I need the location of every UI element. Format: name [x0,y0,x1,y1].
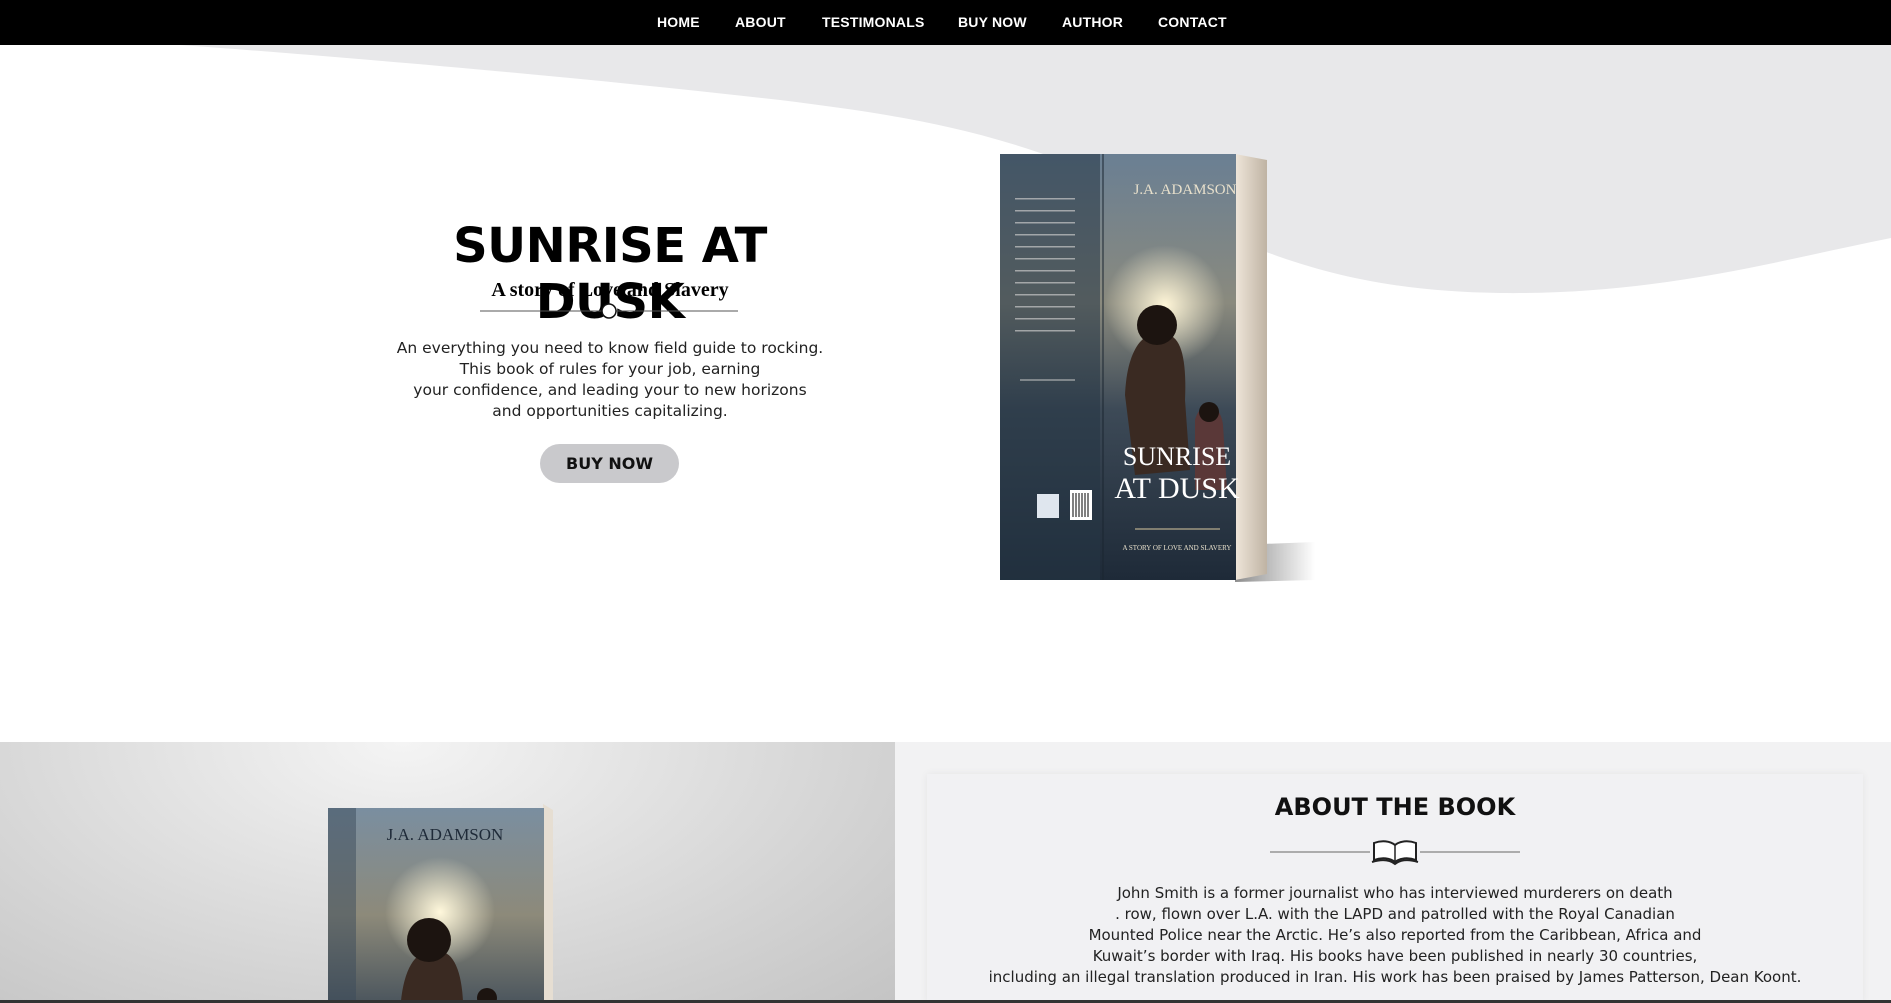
book-title-line2: AT DUSK [1114,472,1240,505]
buy-now-button[interactable]: BUY NOW [540,444,679,483]
hero-description: An everything you need to know field gui… [380,338,840,422]
nav-author[interactable]: AUTHOR [1062,14,1123,30]
hero-subtitle: A story of Love and Slavery [491,279,729,301]
nav-buy-now[interactable]: BUY NOW [958,14,1027,30]
about-text-line: including an illegal translation produce… [988,968,1802,986]
nav-home[interactable]: HOME [657,14,700,30]
book-author: J.A. ADAMSON [1134,182,1237,198]
hero-description-line: and opportunities capitalizing. [492,402,728,420]
book-title-line1: SUNRISE [1123,442,1231,471]
book-tagline: A STORY OF LOVE AND SLAVERY [1123,544,1232,552]
hero-description-line: your confidence, and leading your to new… [413,381,807,399]
about-text-line: Kuwait’s border with Iraq. His books hav… [1092,947,1698,965]
book-mockup-photo: J.A. ADAMSON [0,742,895,1003]
hero-description-line: An everything you need to know field gui… [396,339,824,357]
book-mockup-image: J.A. ADAMSON [328,804,553,1003]
nav-contact[interactable]: CONTACT [1158,14,1227,30]
hero-description-line: This book of rules for your job, earning [459,360,761,378]
book-mockup-author: J.A. ADAMSON [387,825,504,844]
book-cover-image: J.A. ADAMSON SUNRISE AT DUSK A STORY OF … [1000,154,1315,582]
about-text-line: John Smith is a former journalist who ha… [1117,884,1673,902]
top-navigation: HOME ABOUT TESTIMONALS BUY NOW AUTHOR CO… [0,0,1891,45]
about-title: ABOUT THE BOOK [1274,793,1516,821]
hero-circle-divider [480,303,738,319]
about-text: John Smith is a former journalist who ha… [927,883,1863,988]
nav-about[interactable]: ABOUT [735,14,786,30]
nav-testimonals[interactable]: TESTIMONALS [822,14,925,30]
about-text-line: Mounted Police near the Arctic. He’s als… [1088,926,1702,944]
book-divider [1270,840,1520,866]
about-text-line: . row, flown over L.A. with the LAPD and… [1115,905,1675,923]
hero-wave-background [0,45,1891,294]
open-book-icon [1371,840,1419,866]
